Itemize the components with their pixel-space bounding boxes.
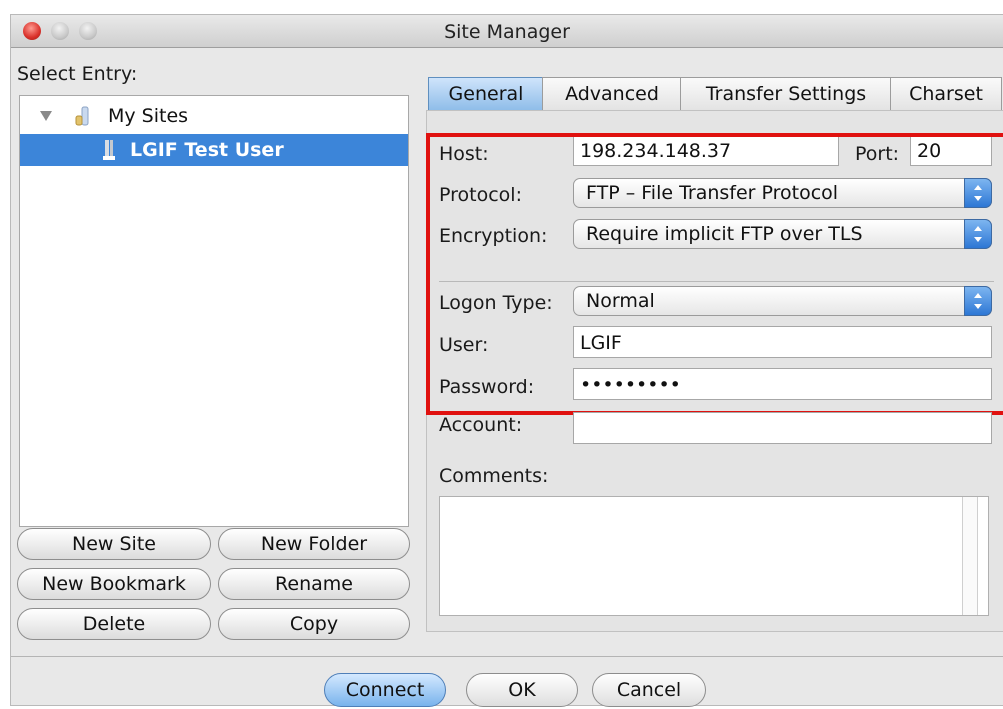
tree-item-my-sites[interactable]: My Sites: [20, 100, 408, 132]
protocol-select-value: FTP – File Transfer Protocol: [586, 182, 839, 204]
select-stepper-icon: [964, 219, 992, 249]
tab-general[interactable]: General: [428, 77, 544, 111]
port-field[interactable]: 20: [910, 134, 992, 166]
protocol-label: Protocol:: [439, 184, 522, 206]
tree-item-lgif-test-user[interactable]: LGIF Test User: [20, 134, 408, 166]
select-entry-label: Select Entry:: [17, 63, 138, 85]
new-site-button[interactable]: New Site: [17, 528, 211, 560]
logon-type-label: Logon Type:: [439, 292, 553, 314]
site-tree[interactable]: My Sites LGIF Test User: [19, 95, 409, 527]
copy-button[interactable]: Copy: [218, 608, 410, 640]
account-label: Account:: [439, 414, 523, 436]
cancel-button[interactable]: Cancel: [592, 673, 706, 707]
logon-type-select-value: Normal: [586, 290, 655, 312]
password-field[interactable]: •••••••••: [573, 368, 992, 400]
tab-charset[interactable]: Charset: [890, 77, 1002, 111]
folder-icon: [75, 106, 89, 126]
rename-button[interactable]: Rename: [218, 568, 410, 600]
section-divider: [439, 281, 994, 282]
protocol-select[interactable]: FTP – File Transfer Protocol: [573, 178, 992, 208]
port-label: Port:: [855, 143, 900, 165]
delete-button[interactable]: Delete: [17, 608, 211, 640]
encryption-select[interactable]: Require implicit FTP over TLS: [573, 219, 992, 249]
comments-textarea[interactable]: [439, 496, 989, 616]
select-stepper-icon: [964, 178, 992, 208]
tab-advanced[interactable]: Advanced: [542, 77, 682, 111]
encryption-select-value: Require implicit FTP over TLS: [586, 223, 863, 245]
select-stepper-icon: [964, 286, 992, 316]
tree-item-label: LGIF Test User: [130, 139, 284, 161]
connect-button[interactable]: Connect: [324, 673, 446, 707]
account-field[interactable]: [573, 412, 992, 444]
disclosure-triangle-icon[interactable]: [40, 111, 52, 121]
tab-transfer-settings[interactable]: Transfer Settings: [680, 77, 892, 111]
host-label: Host:: [439, 143, 489, 165]
user-field[interactable]: LGIF: [573, 326, 992, 358]
site-manager-window: Site Manager Select Entry: My Sites LGIF…: [10, 14, 1003, 707]
user-label: User:: [439, 334, 489, 356]
new-bookmark-button[interactable]: New Bookmark: [17, 568, 211, 600]
comments-label: Comments:: [439, 465, 549, 487]
footer-divider: [11, 656, 1003, 657]
new-folder-button[interactable]: New Folder: [218, 528, 410, 560]
logon-type-select[interactable]: Normal: [573, 286, 992, 316]
server-icon: [103, 140, 115, 160]
ok-button[interactable]: OK: [466, 673, 578, 707]
tree-item-label: My Sites: [108, 105, 189, 127]
host-field[interactable]: 198.234.148.37: [573, 134, 839, 166]
password-label: Password:: [439, 376, 535, 398]
encryption-label: Encryption:: [439, 225, 548, 247]
window-title: Site Manager: [444, 21, 570, 43]
comments-scrollbar[interactable]: [962, 497, 978, 615]
title-bar[interactable]: Site Manager: [11, 15, 1003, 48]
